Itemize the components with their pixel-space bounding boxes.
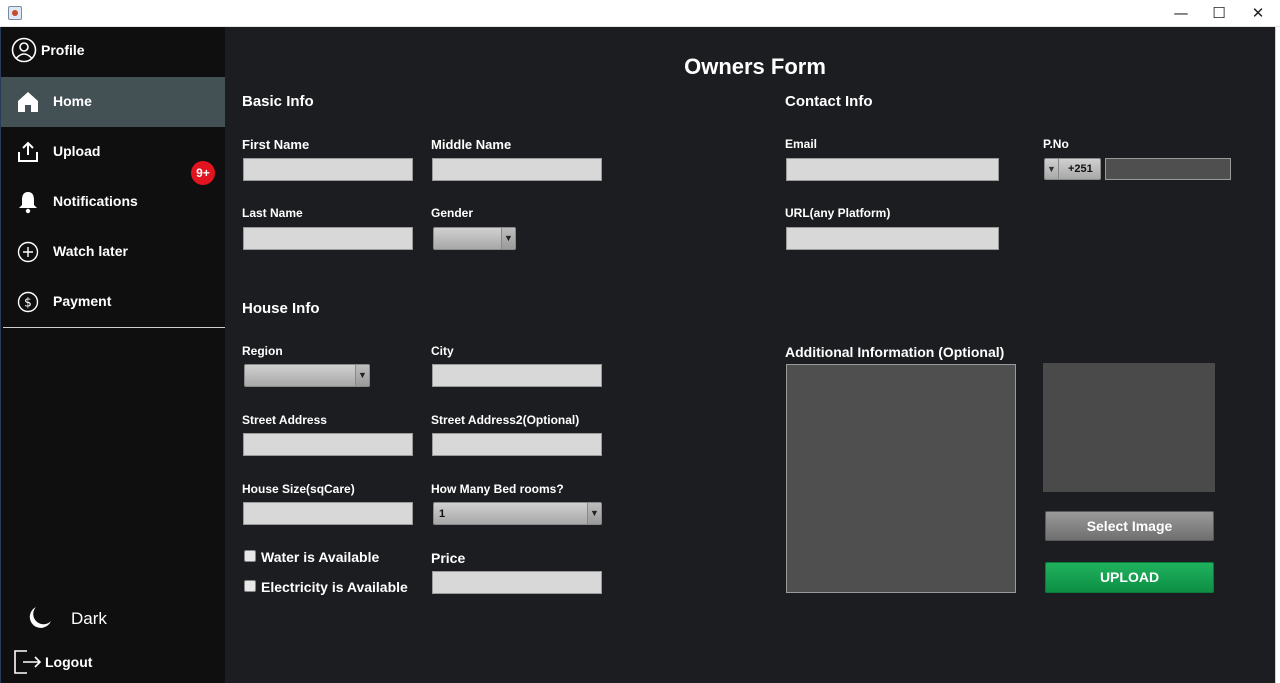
email-label: Email <box>785 137 818 151</box>
minimize-button[interactable]: — <box>1164 0 1198 27</box>
notification-badge: 9+ <box>191 161 215 185</box>
sidebar-divider <box>3 327 225 328</box>
water-label: Water is Available <box>261 549 380 565</box>
sidebar-item-label: Payment <box>53 293 112 309</box>
logout-label: Logout <box>45 654 93 670</box>
url-field[interactable] <box>786 227 999 250</box>
street-address2-label: Street Address2(Optional) <box>431 413 580 427</box>
phone-number-field[interactable] <box>1105 158 1231 180</box>
bedrooms-value: 1 <box>439 508 446 520</box>
svg-text:$: $ <box>24 296 32 310</box>
moon-icon <box>26 604 54 637</box>
house-size-field[interactable] <box>243 502 413 525</box>
java-app-icon <box>8 6 22 20</box>
chevron-down-icon: ▼ <box>587 503 601 524</box>
gender-select[interactable]: ▼ <box>433 227 516 250</box>
sidebar-item-label: Notifications <box>53 193 138 209</box>
image-preview <box>1043 363 1215 492</box>
region-select[interactable]: ▼ <box>244 364 370 387</box>
email-field[interactable] <box>786 158 999 181</box>
chevron-down-icon: ▼ <box>501 228 515 249</box>
phone-code-value: +251 <box>1068 163 1093 175</box>
upload-button[interactable]: UPLOAD <box>1045 562 1214 593</box>
sidebar: Profile Home Upload Notifications Watch … <box>0 27 225 683</box>
sidebar-item-label: Home <box>53 93 92 109</box>
dark-mode-label: Dark <box>71 609 107 628</box>
sidebar-item-label: Upload <box>53 143 101 159</box>
window-title-bar: — ☐ ✕ <box>0 0 1280 27</box>
logout-icon <box>13 647 43 682</box>
bell-icon <box>16 190 40 214</box>
middle-name-field[interactable] <box>432 158 602 181</box>
price-label: Price <box>431 550 466 566</box>
street-address-label: Street Address <box>242 413 327 427</box>
city-field[interactable] <box>432 364 602 387</box>
sidebar-item-payment[interactable]: $ Payment <box>1 277 225 327</box>
first-name-field[interactable] <box>243 158 413 181</box>
street-address-field[interactable] <box>243 433 413 456</box>
phone-code-select[interactable]: ▼ +251 <box>1044 158 1101 180</box>
profile-label: Profile <box>41 42 85 58</box>
basic-info-heading: Basic Info <box>242 93 314 110</box>
maximize-button[interactable]: ☐ <box>1202 0 1236 27</box>
upload-icon <box>16 140 40 164</box>
house-info-heading: House Info <box>242 300 320 317</box>
gender-label: Gender <box>431 206 474 220</box>
dollar-circle-icon: $ <box>16 290 40 314</box>
chevron-down-icon: ▼ <box>1045 159 1059 179</box>
last-name-field[interactable] <box>243 227 413 250</box>
dark-mode-toggle[interactable]: Dark <box>26 604 176 634</box>
select-image-button[interactable]: Select Image <box>1045 511 1214 541</box>
plus-circle-icon <box>16 240 40 264</box>
chevron-down-icon: ▼ <box>355 365 369 386</box>
region-label: Region <box>242 344 283 358</box>
street-address2-field[interactable] <box>432 433 602 456</box>
phone-label: P.No <box>1043 137 1069 151</box>
contact-info-heading: Contact Info <box>785 93 873 110</box>
logout-button[interactable]: Logout <box>13 647 163 677</box>
bedrooms-label: How Many Bed rooms? <box>431 482 564 496</box>
user-circle-icon <box>11 37 37 68</box>
home-icon <box>16 90 40 114</box>
window-right-border <box>1275 27 1280 683</box>
electricity-checkbox[interactable] <box>244 580 256 592</box>
city-label: City <box>431 344 454 358</box>
url-label: URL(any Platform) <box>785 206 891 220</box>
electricity-label: Electricity is Available <box>261 579 408 595</box>
sidebar-item-notifications[interactable]: Notifications <box>1 177 225 227</box>
last-name-label: Last Name <box>242 206 303 220</box>
sidebar-item-watch-later[interactable]: Watch later <box>1 227 225 277</box>
additional-info-label: Additional Information (Optional) <box>785 344 1005 360</box>
page-title: Owners Form <box>684 54 826 79</box>
middle-name-label: Middle Name <box>431 137 512 152</box>
profile-button[interactable]: Profile <box>1 27 226 77</box>
water-checkbox[interactable] <box>244 550 256 562</box>
sidebar-item-label: Watch later <box>53 243 128 259</box>
price-field[interactable] <box>432 571 602 594</box>
owners-form-panel: Owners Form Basic Info First Name Middle… <box>225 27 1275 683</box>
sidebar-item-home[interactable]: Home <box>1 77 225 127</box>
first-name-label: First Name <box>242 137 310 152</box>
bedrooms-select[interactable]: 1 ▼ <box>433 502 602 525</box>
close-button[interactable]: ✕ <box>1241 0 1275 27</box>
house-size-label: House Size(sqCare) <box>242 482 355 496</box>
additional-info-textarea[interactable] <box>786 364 1016 593</box>
